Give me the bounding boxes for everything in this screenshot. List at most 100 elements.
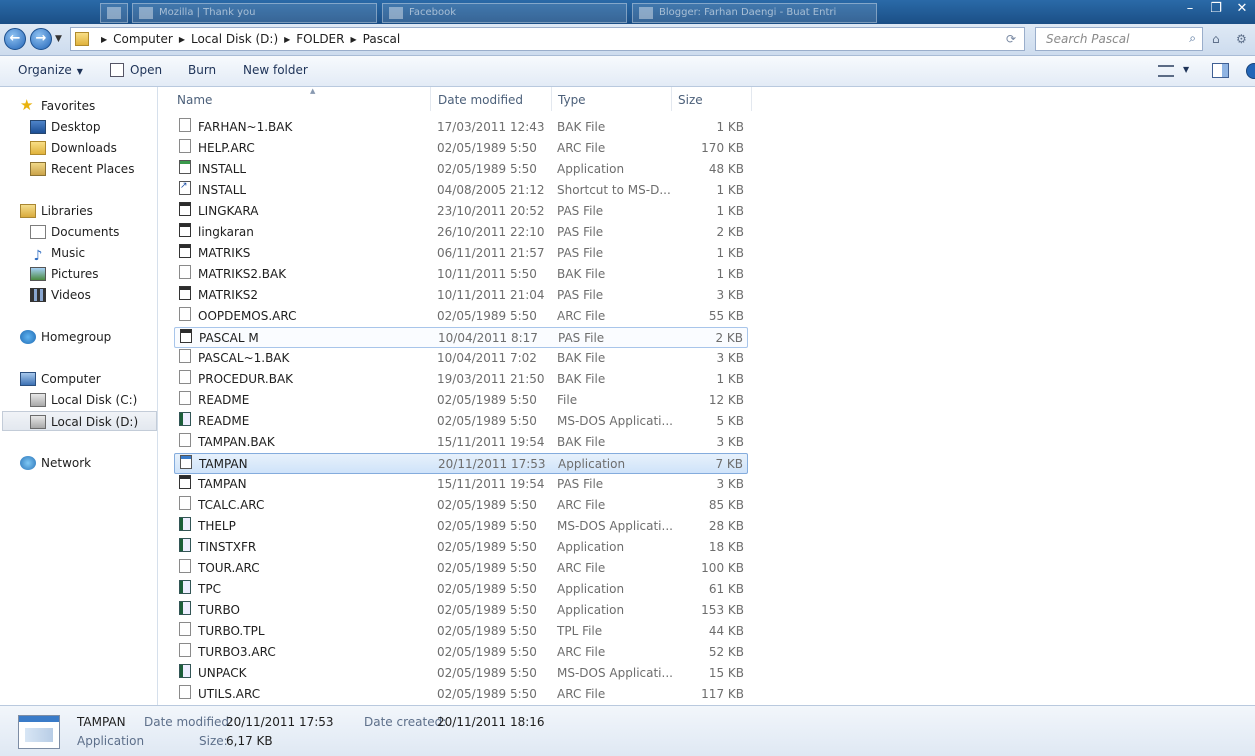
table-row[interactable]: INSTALL 02/05/1989 5:50 Application 48 KB (174, 159, 748, 180)
sidebar-item-label: Desktop (51, 120, 101, 134)
address-box[interactable]: ▶ Computer ▶ Local Disk (D:) ▶ FOLDER ▶ … (70, 27, 1025, 51)
breadcrumb-local-disk-d[interactable]: Local Disk (D:) (191, 32, 278, 46)
file-type: ARC File (557, 309, 606, 323)
file-type: ARC File (557, 687, 606, 701)
view-list-icon[interactable] (1158, 65, 1174, 77)
sidebar-item-homegroup[interactable]: Homegroup (20, 327, 175, 347)
taskbar-strip: Mozilla | Thank you Facebook Blogger: Fa… (0, 0, 1255, 24)
search-input[interactable]: Search Pascal ⌕ (1035, 27, 1203, 51)
forward-button[interactable]: → (30, 28, 52, 50)
burn-label: Burn (188, 63, 217, 77)
application-icon (180, 455, 192, 469)
file-name: INSTALL (198, 162, 247, 176)
table-row[interactable]: FARHAN~1.BAK 17/03/2011 12:43 BAK File 1 KB (174, 117, 748, 138)
bg-tab-label: Mozilla | Thank you (159, 7, 256, 18)
bg-tab-mozilla[interactable]: Mozilla | Thank you (132, 3, 377, 23)
preview-pane-icon[interactable] (1212, 63, 1229, 78)
table-row[interactable]: TCALC.ARC 02/05/1989 5:50 ARC File 85 KB (174, 495, 748, 516)
file-name: OOPDEMOS.ARC (198, 309, 297, 323)
breadcrumb-folder[interactable]: FOLDER (296, 32, 344, 46)
installer-icon (179, 160, 191, 174)
column-header-date[interactable]: Date modified (432, 87, 552, 111)
table-row[interactable]: MATRIKS2.BAK 10/11/2011 5:50 BAK File 1 KB (174, 264, 748, 285)
table-row[interactable]: TURBO3.ARC 02/05/1989 5:50 ARC File 52 KB (174, 642, 748, 663)
back-button[interactable]: ← (4, 28, 26, 50)
table-row[interactable]: LINGKARA 23/10/2011 20:52 PAS File 1 KB (174, 201, 748, 222)
details-file-name: TAMPAN (77, 715, 126, 729)
breadcrumb-computer[interactable]: Computer (113, 32, 173, 46)
details-modified-label: Date modified: (144, 715, 234, 729)
close-button[interactable]: ✕ (1229, 0, 1255, 20)
bg-tab-facebook[interactable]: Facebook (382, 3, 627, 23)
gear-icon[interactable]: ⚙ (1236, 32, 1247, 46)
table-row[interactable]: PASCAL M 10/04/2011 8:17 PAS File 2 KB (174, 327, 748, 348)
breadcrumb-pascal[interactable]: Pascal (363, 32, 401, 46)
blank-file-icon (179, 643, 191, 657)
file-date-modified: 15/11/2011 19:54 (437, 435, 545, 449)
column-header-size[interactable]: Size (672, 87, 752, 111)
organize-button[interactable]: Organize ▼ (18, 63, 83, 77)
table-row[interactable]: README 02/05/1989 5:50 File 12 KB (174, 390, 748, 411)
table-row[interactable]: README 02/05/1989 5:50 MS-DOS Applicati...… (174, 411, 748, 432)
bg-tab-blogger[interactable]: Blogger: Farhan Daengi - Buat Entri (632, 3, 877, 23)
help-icon[interactable] (1246, 63, 1255, 79)
minimize-button[interactable]: – (1177, 0, 1203, 20)
table-row[interactable]: UNPACK 02/05/1989 5:50 MS-DOS Applicati...… (174, 663, 748, 684)
sidebar-item-network[interactable]: Network (20, 453, 175, 473)
sidebar-item-favorites[interactable]: ★ Favorites (20, 96, 175, 116)
table-row[interactable]: TAMPAN 20/11/2011 17:53 Application 7 KB (174, 453, 748, 474)
table-row[interactable]: PROCEDUR.BAK 19/03/2011 21:50 BAK File 1 KB (174, 369, 748, 390)
sidebar-item-local-disk-d[interactable]: Local Disk (D:) (2, 411, 157, 431)
open-button[interactable]: Open (110, 63, 162, 77)
homegroup-icon (20, 330, 36, 344)
column-header-type[interactable]: Type (552, 87, 672, 111)
search-icon[interactable]: ⌕ (1189, 31, 1196, 46)
chevron-down-icon[interactable]: ▼ (1183, 65, 1189, 74)
sidebar-item-computer[interactable]: Computer (20, 369, 175, 389)
refresh-icon[interactable]: ⟳ (1006, 32, 1016, 46)
chevron-right-icon[interactable]: ▶ (101, 35, 107, 44)
table-row[interactable]: TURBO.TPL 02/05/1989 5:50 TPL File 44 KB (174, 621, 748, 642)
chevron-right-icon[interactable]: ▶ (350, 35, 356, 44)
table-row[interactable]: TAMPAN.BAK 15/11/2011 19:54 BAK File 3 KB (174, 432, 748, 453)
file-size: 1 KB (716, 204, 744, 218)
table-row[interactable]: TPC 02/05/1989 5:50 Application 61 KB (174, 579, 748, 600)
file-type: PAS File (557, 225, 604, 239)
bg-tab-icon[interactable] (100, 3, 128, 23)
table-row[interactable]: OOPDEMOS.ARC 02/05/1989 5:50 ARC File 55 KB (174, 306, 748, 327)
file-size: 1 KB (716, 183, 744, 197)
sidebar-item-libraries[interactable]: Libraries (20, 201, 175, 221)
table-row[interactable]: MATRIKS 06/11/2011 21:57 PAS File 1 KB (174, 243, 748, 264)
details-size-label: Size: (199, 734, 228, 748)
file-date-modified: 17/03/2011 12:43 (437, 120, 545, 134)
table-row[interactable]: TAMPAN 15/11/2011 19:54 PAS File 3 KB (174, 474, 748, 495)
table-row[interactable]: lingkaran 26/10/2011 22:10 PAS File 2 KB (174, 222, 748, 243)
table-row[interactable]: TURBO 02/05/1989 5:50 Application 153 KB (174, 600, 748, 621)
file-date-modified: 10/04/2011 7:02 (437, 351, 537, 365)
table-row[interactable]: UTILS.ARC 02/05/1989 5:50 ARC File 117 KB (174, 684, 748, 705)
table-row[interactable]: HELP.ARC 02/05/1989 5:50 ARC File 170 KB (174, 138, 748, 159)
file-name: README (198, 393, 250, 407)
table-row[interactable]: MATRIKS2 10/11/2011 21:04 PAS File 3 KB (174, 285, 748, 306)
table-row[interactable]: TOUR.ARC 02/05/1989 5:50 ARC File 100 KB (174, 558, 748, 579)
table-row[interactable]: THELP 02/05/1989 5:50 MS-DOS Applicati... 2… (174, 516, 748, 537)
table-row[interactable]: PASCAL~1.BAK 10/04/2011 7:02 BAK File 3 KB (174, 348, 748, 369)
sidebar-item-local-disk-c[interactable]: Local Disk (C:) (30, 390, 156, 410)
new-folder-button[interactable]: New folder (243, 63, 308, 77)
home-icon[interactable]: ⌂ (1212, 32, 1220, 46)
table-row[interactable]: TINSTXFR 02/05/1989 5:50 Application 18 KB (174, 537, 748, 558)
file-date-modified: 02/05/1989 5:50 (437, 309, 537, 323)
maximize-button[interactable]: ❐ (1203, 0, 1229, 20)
sidebar-item-label: Videos (51, 288, 91, 302)
chevron-right-icon[interactable]: ▶ (284, 35, 290, 44)
pas-file-icon (179, 223, 191, 237)
burn-button[interactable]: Burn (188, 63, 216, 77)
chevron-right-icon[interactable]: ▶ (179, 35, 185, 44)
file-size: 1 KB (716, 120, 744, 134)
blank-file-icon (179, 685, 191, 699)
drive-icon (30, 393, 46, 407)
recent-pages-dropdown[interactable]: ▼ (55, 34, 62, 44)
column-header-name[interactable]: Name ▲ (171, 87, 431, 111)
sidebar-item-label: Libraries (41, 204, 93, 218)
table-row[interactable]: INSTALL 04/08/2005 21:12 Shortcut to MS-D.… (174, 177, 748, 201)
